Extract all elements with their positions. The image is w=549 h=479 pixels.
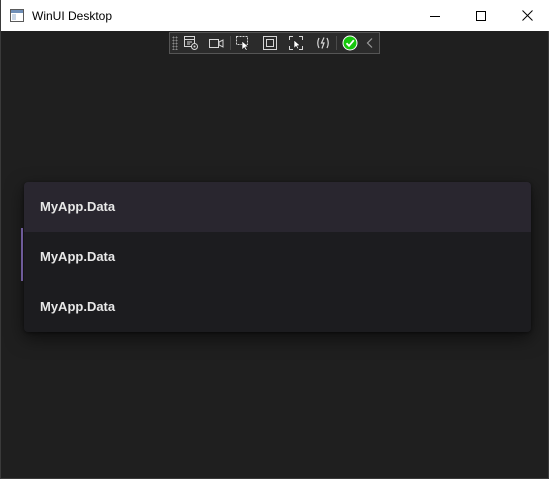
- app-window: WinUI Desktop MyApp.Data MyApp.Data MyAp…: [0, 0, 549, 479]
- record-button[interactable]: [206, 34, 226, 52]
- minimize-icon: [430, 15, 440, 17]
- list-item-label: MyApp.Data: [40, 299, 116, 314]
- list-item-label: MyApp.Data: [40, 249, 116, 264]
- live-visual-tree-button[interactable]: [181, 34, 201, 52]
- display-layout-adorners-button[interactable]: [260, 34, 280, 52]
- toolbar-separator: [336, 36, 337, 50]
- collapse-chevron-icon: [366, 38, 373, 48]
- select-element-icon: [236, 36, 250, 51]
- title-bar[interactable]: WinUI Desktop: [1, 0, 549, 31]
- live-visual-tree-icon: [184, 36, 198, 50]
- list-view[interactable]: MyApp.Data MyApp.Data MyApp.Data: [24, 182, 531, 332]
- list-item[interactable]: MyApp.Data: [24, 232, 531, 282]
- maximize-icon: [476, 10, 486, 21]
- toolbar-separator: [230, 36, 231, 50]
- record-icon: [209, 39, 224, 48]
- list-item[interactable]: MyApp.Data: [24, 182, 531, 232]
- minimize-button[interactable]: [412, 0, 458, 31]
- maximize-button[interactable]: [458, 0, 504, 31]
- collapse-toolbar-button[interactable]: [362, 34, 378, 52]
- hot-reload-icon: [317, 37, 329, 49]
- status-ok-icon: [342, 35, 358, 51]
- select-element-button[interactable]: [233, 34, 253, 52]
- close-button[interactable]: [504, 0, 549, 31]
- list-item[interactable]: MyApp.Data: [24, 282, 531, 332]
- focus-indicator: [21, 228, 23, 281]
- status-ok-indicator[interactable]: [340, 34, 360, 52]
- close-icon: [521, 10, 533, 21]
- app-window-icon: [10, 9, 24, 22]
- track-focus-icon: [289, 36, 303, 50]
- toolbar-grip-icon[interactable]: [172, 36, 178, 50]
- hot-reload-button[interactable]: [313, 34, 333, 52]
- in-app-debug-toolbar: [169, 32, 380, 54]
- window-title: WinUI Desktop: [32, 9, 113, 23]
- display-layout-adorners-icon: [263, 36, 277, 50]
- track-focus-button[interactable]: [286, 34, 306, 52]
- list-item-label: MyApp.Data: [40, 199, 116, 214]
